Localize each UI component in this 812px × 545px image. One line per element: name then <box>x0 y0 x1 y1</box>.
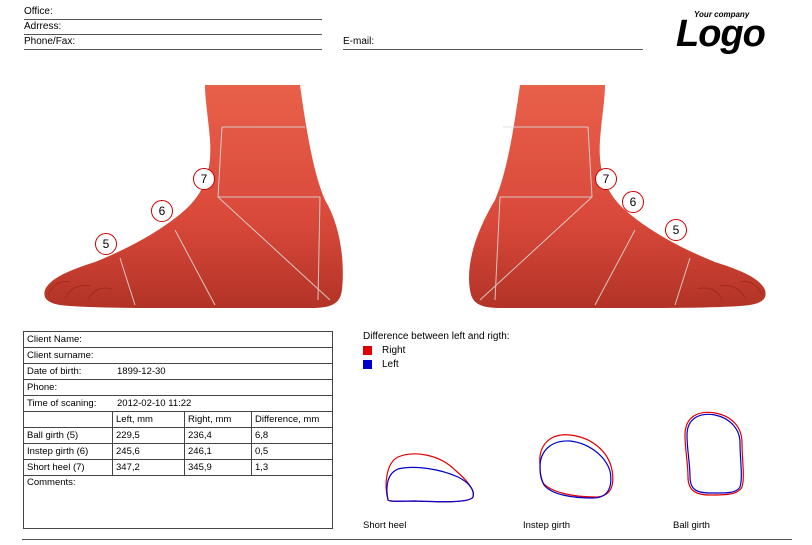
comments-label: Comments: <box>27 477 76 488</box>
right-value: 246,1 <box>184 443 252 460</box>
girth-contours <box>385 411 744 503</box>
phone-fax-field: Phone/Fax: <box>24 36 322 50</box>
row-label: Ball girth (5) <box>23 427 113 444</box>
marker-instep-right: 6 <box>622 191 644 213</box>
address-field: Adrress: <box>24 21 322 35</box>
right-foot-model <box>469 85 766 308</box>
legend-right-label: Right <box>382 345 406 356</box>
comments-box: Comments: <box>23 475 333 529</box>
col-header-empty <box>23 411 113 428</box>
caption-short-heel: Short heel <box>363 520 407 531</box>
email-label: E-mail: <box>343 36 375 47</box>
right-color-swatch <box>363 346 372 355</box>
table-header-row: Left, mm Right, mm Difference, mm <box>23 411 333 428</box>
dob-label: Date of birth: <box>27 366 82 377</box>
logo-text: Logo <box>676 13 766 55</box>
marker-short-heel-right: 7 <box>595 168 617 190</box>
left-color-swatch <box>363 360 372 369</box>
col-header-right: Right, mm <box>184 411 252 428</box>
marker-ball-left: 5 <box>95 233 117 255</box>
left-value: 347,2 <box>112 459 185 476</box>
legend-left: Left <box>363 359 510 370</box>
left-value: 245,6 <box>112 443 185 460</box>
legend-right: Right <box>363 345 510 356</box>
col-header-difference: Difference, mm <box>251 411 333 428</box>
diff-value: 0,5 <box>251 443 333 460</box>
right-value: 345,9 <box>184 459 252 476</box>
diff-value: 6,8 <box>251 427 333 444</box>
feet-scan-illustration <box>44 85 766 308</box>
client-surname-label: Client surname: <box>23 347 333 364</box>
dob-value: 1899-12-30 <box>117 366 166 377</box>
footer-divider <box>22 539 792 540</box>
address-label: Adrress: <box>24 21 62 32</box>
legend-left-label: Left <box>382 359 399 370</box>
phone-fax-label: Phone/Fax: <box>24 36 76 47</box>
col-header-left: Left, mm <box>112 411 185 428</box>
ball-girth-contour <box>684 411 744 496</box>
caption-instep-girth: Instep girth <box>523 520 570 531</box>
phone-label: Phone: <box>23 379 333 396</box>
marker-short-heel-left: 7 <box>193 168 215 190</box>
table-row: Ball girth (5) 229,5 236,4 6,8 <box>23 427 333 444</box>
marker-instep-left: 6 <box>151 200 173 222</box>
caption-ball-girth: Ball girth <box>673 520 710 531</box>
left-foot-model <box>44 85 343 308</box>
time-value: 2012-02-10 11:22 <box>117 398 192 409</box>
company-logo: Your company Logo <box>676 10 796 54</box>
date-of-birth-row: Date of birth: 1899-12-30 <box>23 363 333 380</box>
instep-girth-contour <box>539 434 614 499</box>
client-info-table: Client Name: Client surname: Date of bir… <box>23 331 333 529</box>
right-value: 236,4 <box>184 427 252 444</box>
table-row: Short heel (7) 347,2 345,9 1,3 <box>23 459 333 476</box>
time-label: Time of scaning: <box>27 398 97 409</box>
client-name-label: Client Name: <box>23 331 333 348</box>
office-label: Office: <box>24 6 53 17</box>
office-field: Office: <box>24 6 322 20</box>
marker-ball-right: 5 <box>665 219 687 241</box>
email-field: E-mail: <box>343 36 643 50</box>
row-label: Instep girth (6) <box>23 443 113 460</box>
difference-legend: Difference between left and rigth: Right… <box>363 331 510 373</box>
row-label: Short heel (7) <box>23 459 113 476</box>
diff-value: 1,3 <box>251 459 333 476</box>
time-of-scan-row: Time of scaning: 2012-02-10 11:22 <box>23 395 333 412</box>
table-row: Instep girth (6) 245,6 246,1 0,5 <box>23 443 333 460</box>
short-heel-contour <box>385 453 475 503</box>
legend-title: Difference between left and rigth: <box>363 331 510 342</box>
left-value: 229,5 <box>112 427 185 444</box>
